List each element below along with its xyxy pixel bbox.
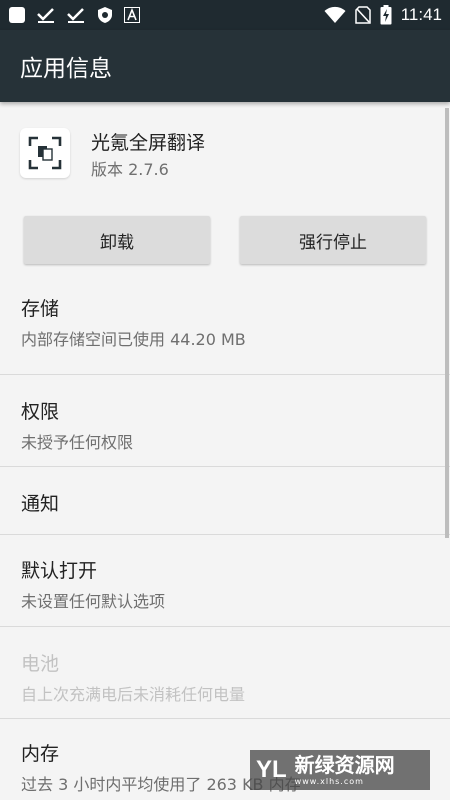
- no-sim-icon: [354, 6, 371, 24]
- open-by-default-row[interactable]: 默认打开 未设置任何默认选项: [0, 535, 450, 627]
- scrollbar[interactable]: [445, 108, 449, 538]
- row-title: 权限: [21, 401, 60, 423]
- storage-row[interactable]: 存储 内部存储空间已使用 44.20 MB: [0, 272, 450, 375]
- row-title: 通知: [21, 493, 60, 515]
- notification-square-icon: [8, 6, 26, 24]
- app-icon: [20, 128, 70, 178]
- watermark: YL 新绿资源网 www.xlhs.com: [250, 750, 430, 790]
- app-info-content: 光氪全屏翻译 版本 2.7.6 卸载 强行停止 存储 内部存储空间已使用 44.…: [0, 102, 450, 800]
- battery-charging-icon: [380, 5, 392, 25]
- row-subtitle: 未授予任何权限: [21, 433, 134, 452]
- download-done-icon: [66, 6, 86, 24]
- app-header: 光氪全屏翻译 版本 2.7.6: [0, 102, 450, 206]
- page-title: 应用信息: [20, 56, 112, 82]
- watermark-name: 新绿资源网: [294, 752, 395, 777]
- row-title: 默认打开: [21, 560, 98, 582]
- shield-icon: [96, 6, 114, 24]
- translate-frame-icon: [28, 136, 62, 170]
- watermark-url: www.xlhs.com: [294, 776, 364, 786]
- download-done-icon: [36, 6, 56, 24]
- notifications-row[interactable]: 通知: [0, 467, 450, 535]
- force-stop-button[interactable]: 强行停止: [240, 216, 426, 264]
- action-buttons: 卸载 强行停止: [0, 206, 450, 272]
- permissions-row[interactable]: 权限 未授予任何权限: [0, 375, 450, 467]
- app-name: 光氪全屏翻译: [91, 132, 206, 154]
- row-title: 存储: [21, 298, 60, 320]
- app-version: 版本 2.7.6: [91, 160, 169, 179]
- app-bar: 应用信息: [0, 30, 450, 102]
- font-a-icon: [124, 7, 140, 23]
- row-subtitle: 自上次充满电后未消耗任何电量: [21, 685, 246, 704]
- row-title: 电池: [21, 653, 60, 675]
- watermark-logo: YL: [256, 756, 287, 783]
- wifi-icon: [324, 6, 346, 24]
- uninstall-button[interactable]: 卸载: [24, 216, 210, 264]
- status-time: 11:41: [400, 5, 442, 24]
- row-subtitle: 未设置任何默认选项: [21, 592, 166, 611]
- status-bar: 11:41: [0, 0, 450, 30]
- row-subtitle: 内部存储空间已使用 44.20 MB: [21, 330, 246, 349]
- battery-row: 电池 自上次充满电后未消耗任何电量: [0, 627, 450, 719]
